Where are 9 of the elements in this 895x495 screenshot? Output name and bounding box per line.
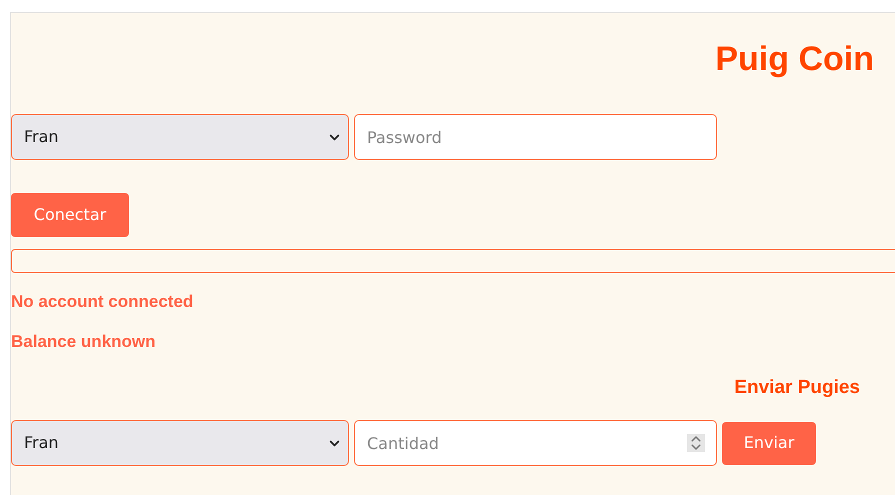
send-title: Enviar Pugies [734, 376, 860, 400]
status-text: No account connected [11, 292, 194, 312]
app-title: Puig Coin [715, 39, 874, 79]
amount-field[interactable]: Cantidad [354, 420, 717, 466]
spinner-icon[interactable] [687, 434, 705, 452]
account-select[interactable]: Fran [11, 420, 349, 466]
password-field[interactable]: Password [354, 114, 717, 160]
account-select[interactable]: Fran [11, 114, 349, 160]
status-text: Balance unknown [11, 332, 157, 352]
